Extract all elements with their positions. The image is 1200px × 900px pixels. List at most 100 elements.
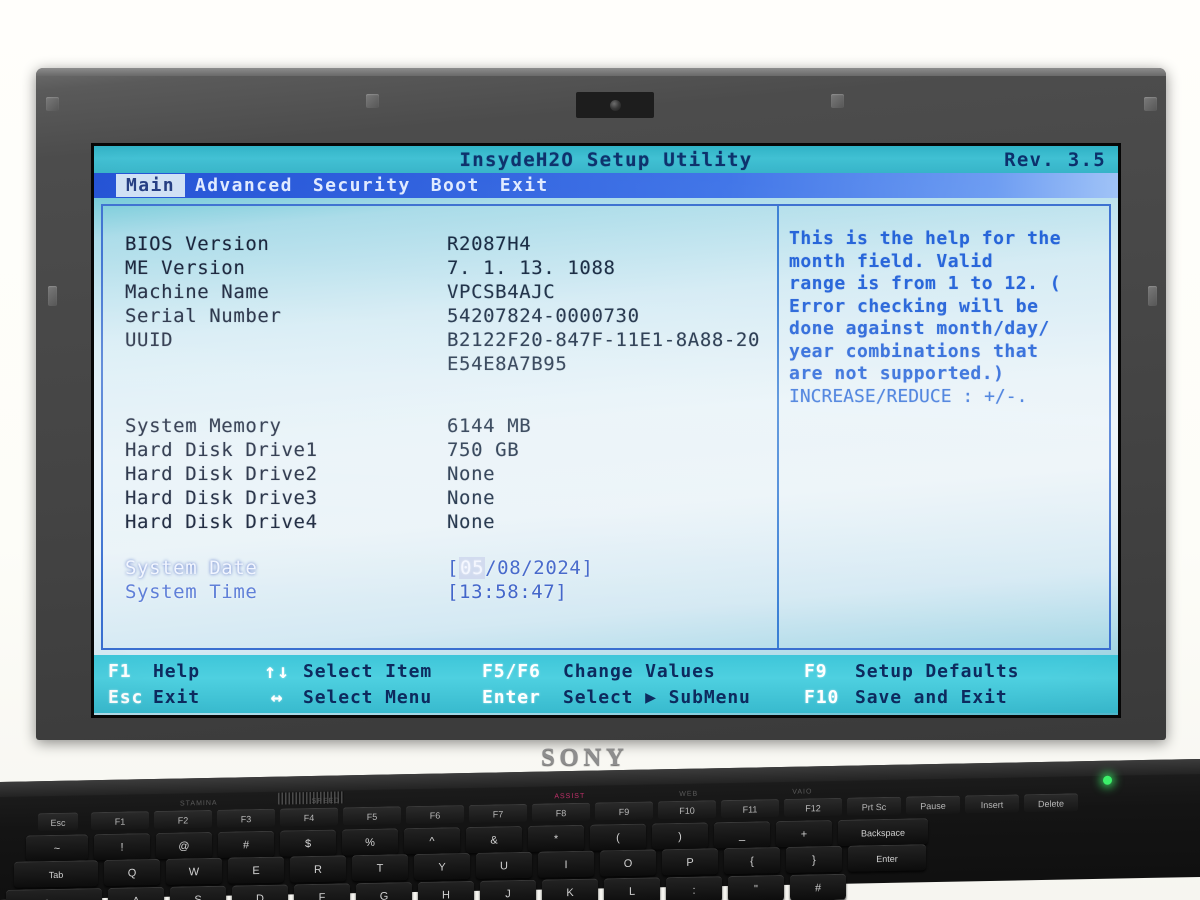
- key-enter[interactable]: Enter: [848, 844, 926, 872]
- row-hard-disk-drive1: Hard Disk Drive1 750 GB: [125, 438, 777, 462]
- value-hard-disk-drive2: None: [447, 463, 496, 485]
- key-pause-break[interactable]: Pause: [906, 795, 960, 815]
- key-5[interactable]: %: [342, 828, 398, 856]
- key-tab[interactable]: Tab: [14, 860, 98, 888]
- footer-key-label-f1: F1: [108, 660, 132, 682]
- key-t[interactable]: T: [352, 854, 408, 882]
- key-i[interactable]: I: [538, 850, 594, 878]
- screenshot-root: InsydeH2O Setup Utility Rev. 3.5 Main Ad…: [0, 0, 1200, 900]
- footer-key-f10[interactable]: F10 Save and Exit: [804, 684, 1104, 710]
- key-caps-lock[interactable]: Caps: [6, 888, 102, 900]
- key-print-screen[interactable]: Prt Sc: [847, 796, 901, 816]
- key-semicolon[interactable]: :: [666, 876, 722, 900]
- key-u[interactable]: U: [476, 851, 532, 879]
- page-title: InsydeH2O Setup Utility: [459, 148, 753, 171]
- key-insert[interactable]: Insert: [965, 794, 1019, 814]
- key-9[interactable]: (: [590, 823, 646, 851]
- system-date-month-field[interactable]: 05: [459, 557, 486, 579]
- key-3[interactable]: #: [218, 830, 274, 858]
- key-a[interactable]: A: [108, 886, 164, 900]
- key-f12[interactable]: F12: [784, 797, 842, 817]
- key-f4[interactable]: F4: [280, 807, 338, 827]
- key-o[interactable]: O: [600, 849, 656, 877]
- key-h[interactable]: H: [418, 880, 474, 900]
- key-f7[interactable]: F7: [469, 803, 527, 823]
- key-8[interactable]: *: [528, 824, 584, 852]
- key-minus[interactable]: _: [714, 821, 770, 849]
- key-p[interactable]: P: [662, 848, 718, 876]
- key-equals[interactable]: +: [776, 820, 832, 848]
- tab-security[interactable]: Security: [303, 174, 421, 197]
- key-esc[interactable]: Esc: [38, 812, 78, 832]
- footer-key-enter[interactable]: Enter Select ▶ SubMenu: [482, 684, 804, 710]
- row-system-date[interactable]: System Date [05/08/2024]: [125, 556, 777, 580]
- key-f2[interactable]: F2: [154, 809, 212, 830]
- key-7[interactable]: &: [466, 825, 522, 854]
- key-f5[interactable]: F5: [343, 806, 401, 826]
- bezel-bumper-top-right: [1144, 97, 1157, 111]
- tab-advanced[interactable]: Advanced: [185, 174, 303, 197]
- key-f[interactable]: F: [294, 883, 350, 900]
- key-bracket-left[interactable]: {: [724, 847, 780, 875]
- indicator-label-assist[interactable]: ASSIST: [554, 792, 585, 800]
- system-information-pane: BIOS Version R2087H4 ME Version 7. 1. 13…: [103, 206, 777, 648]
- footer-key-f9[interactable]: F9 Setup Defaults: [804, 658, 1104, 684]
- key-f9[interactable]: F9: [595, 801, 653, 821]
- label-serial-number: Serial Number: [125, 305, 282, 327]
- tab-main[interactable]: Main: [116, 174, 185, 197]
- value-system-date[interactable]: [05/08/2024]: [447, 557, 593, 579]
- key-4[interactable]: $: [280, 829, 336, 857]
- footer-key-desc-exit: Exit: [153, 686, 200, 708]
- footer-key-updown[interactable]: ↑↓ Select Item: [260, 658, 482, 684]
- footer-key-desc-select-item: Select Item: [303, 660, 433, 682]
- tab-boot[interactable]: Boot: [421, 174, 490, 197]
- key-f1[interactable]: F1: [91, 811, 149, 831]
- key-f10[interactable]: F10: [658, 800, 716, 820]
- row-system-time[interactable]: System Time [13:58:47]: [125, 580, 777, 604]
- value-hard-disk-drive1: 750 GB: [447, 439, 520, 461]
- key-f6[interactable]: F6: [406, 805, 464, 825]
- key-l[interactable]: L: [604, 877, 660, 900]
- key-2[interactable]: @: [156, 831, 212, 860]
- help-line-6: year combinations that: [789, 340, 1039, 362]
- system-date-close-bracket: ]: [581, 557, 594, 579]
- key-w[interactable]: W: [166, 857, 222, 885]
- key-r[interactable]: R: [290, 855, 346, 883]
- tab-exit[interactable]: Exit: [490, 174, 559, 197]
- key-e[interactable]: E: [228, 856, 284, 884]
- bezel-bumper-left: [48, 286, 57, 306]
- bios-screen: InsydeH2O Setup Utility Rev. 3.5 Main Ad…: [94, 146, 1118, 715]
- key-f11[interactable]: F11: [721, 799, 779, 819]
- footer-key-leftright[interactable]: ↔ Select Menu: [260, 684, 482, 710]
- display-panel-frame: InsydeH2O Setup Utility Rev. 3.5 Main Ad…: [91, 143, 1121, 718]
- key-d[interactable]: D: [232, 884, 288, 900]
- key-1[interactable]: !: [94, 833, 150, 861]
- key-0[interactable]: ): [652, 822, 708, 850]
- key-y[interactable]: Y: [414, 852, 470, 881]
- footer-key-label-f10: F10: [804, 686, 840, 708]
- key-q[interactable]: Q: [104, 858, 160, 887]
- key-k[interactable]: K: [542, 878, 598, 900]
- value-system-time[interactable]: [13:58:47]: [447, 581, 567, 603]
- bios-menu-bar[interactable]: Main Advanced Security Boot Exit: [94, 173, 1118, 198]
- key-6[interactable]: ^: [404, 827, 460, 855]
- key-hash[interactable]: #: [790, 873, 846, 900]
- label-me-version: ME Version: [125, 257, 246, 279]
- indicator-label-web[interactable]: WEB: [679, 790, 698, 797]
- key-bracket-right[interactable]: }: [786, 845, 842, 873]
- key-quote[interactable]: ": [728, 874, 784, 900]
- footer-key-f5f6[interactable]: F5/F6 Change Values: [482, 658, 804, 684]
- key-f3[interactable]: F3: [217, 808, 275, 828]
- key-j[interactable]: J: [480, 879, 536, 900]
- key-s[interactable]: S: [170, 885, 226, 900]
- indicator-label-speed: SPEED: [311, 796, 341, 805]
- key-backspace[interactable]: Backspace: [838, 818, 928, 846]
- key-delete[interactable]: Delete: [1024, 793, 1078, 813]
- footer-key-esc[interactable]: Esc Exit: [108, 684, 260, 710]
- key-g[interactable]: G: [356, 882, 412, 900]
- indicator-label-vaio[interactable]: VAIO: [792, 788, 812, 795]
- key-f8[interactable]: F8: [532, 802, 590, 822]
- footer-key-f1[interactable]: F1 Help: [108, 658, 260, 684]
- key-tilde[interactable]: ~: [26, 834, 88, 862]
